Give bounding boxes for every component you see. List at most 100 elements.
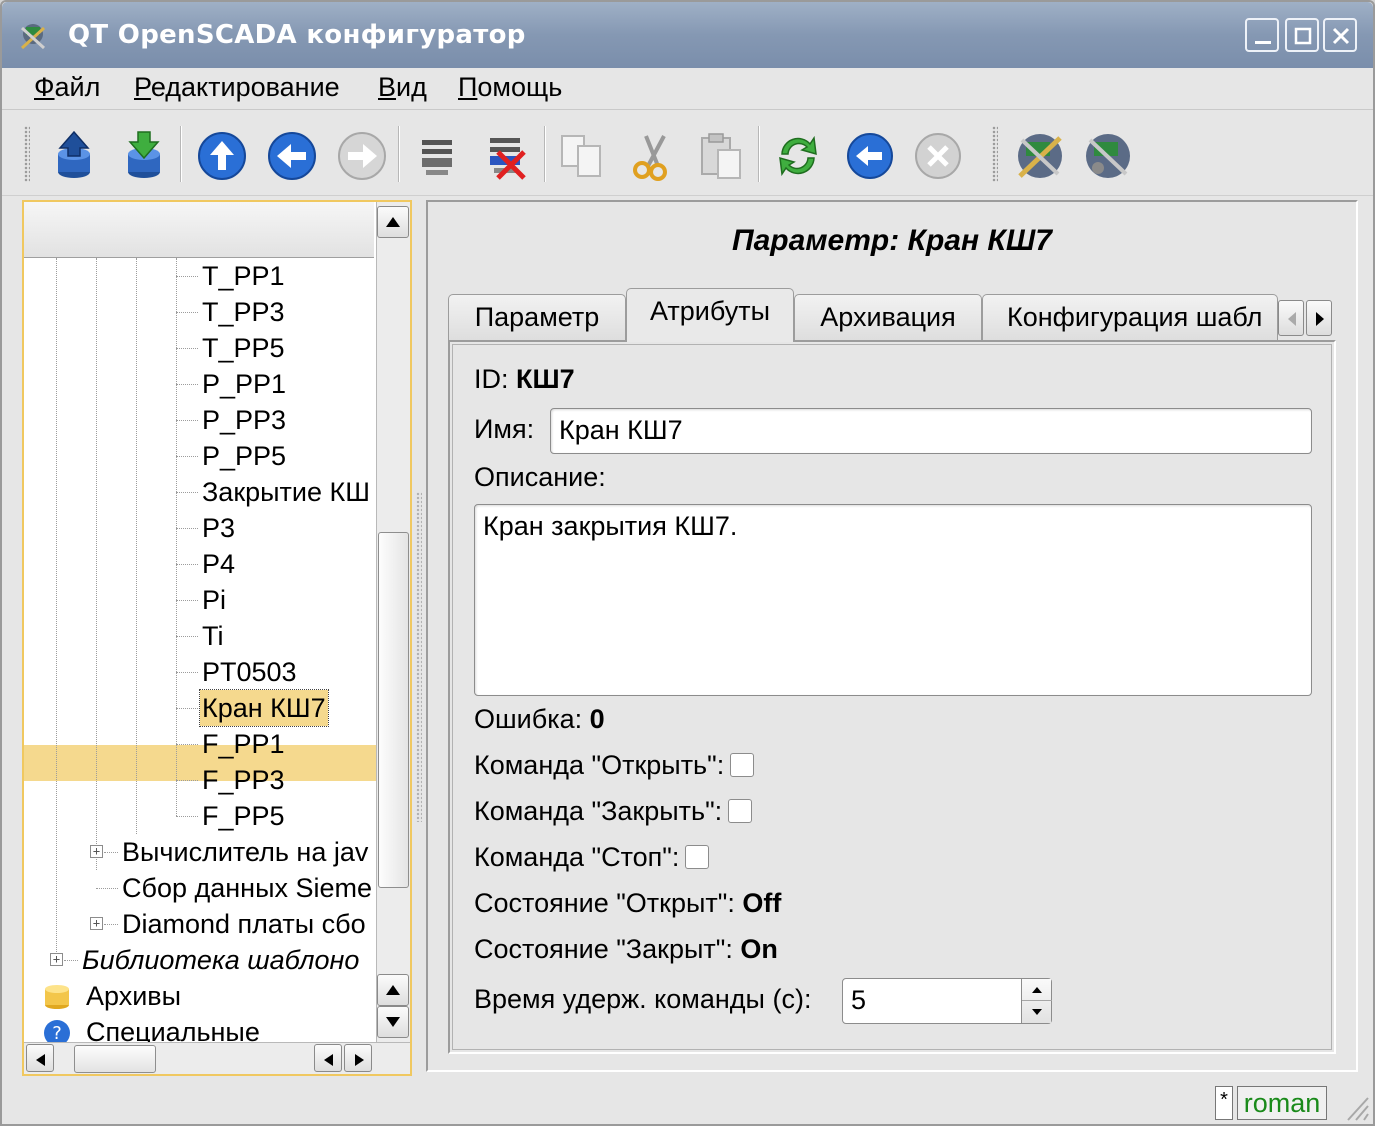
start-button[interactable] xyxy=(842,128,898,184)
hold-time-spinbox[interactable]: 5 xyxy=(842,978,1052,1024)
station-remote-button[interactable] xyxy=(1080,128,1136,184)
cut-button[interactable] xyxy=(624,128,680,184)
tree-expander[interactable]: + xyxy=(90,845,103,858)
menu-view[interactable]: Вид xyxy=(378,72,427,103)
tree-line xyxy=(176,276,198,277)
cmd-stop-label: Команда "Стоп": xyxy=(474,842,680,872)
tab-scroll-left-button[interactable] xyxy=(1278,300,1304,336)
back-icon xyxy=(268,132,316,180)
close-button[interactable] xyxy=(1323,18,1357,52)
tree-item[interactable]: T_PP1 xyxy=(202,258,285,294)
tree-expander[interactable]: + xyxy=(90,917,103,930)
up-button[interactable] xyxy=(194,128,250,184)
tab-template-config[interactable]: Конфигурация шабл xyxy=(982,294,1278,340)
tree-expander[interactable]: + xyxy=(50,953,63,966)
user-indicator[interactable]: roman xyxy=(1237,1086,1327,1120)
tree-vscroll-thumb[interactable] xyxy=(378,532,409,888)
tab-parameter[interactable]: Параметр xyxy=(448,294,626,340)
forward-button[interactable] xyxy=(334,128,390,184)
cmd-stop-checkbox[interactable] xyxy=(685,845,710,869)
tree-line xyxy=(104,924,118,925)
cmd-close-label: Команда "Закрыть": xyxy=(474,796,723,826)
description-textarea[interactable]: Кран закрытия КШ7. xyxy=(474,504,1312,696)
maximize-button[interactable] xyxy=(1285,18,1319,52)
paste-button[interactable] xyxy=(694,128,750,184)
tree-item[interactable]: Вычислитель на jav xyxy=(122,834,368,870)
tree-item[interactable]: Закрытие КШ xyxy=(202,474,370,510)
tree-line xyxy=(176,816,198,817)
scroll-up-button[interactable] xyxy=(377,206,409,238)
tree-item[interactable]: Библиотека шаблоно xyxy=(82,942,359,978)
tree-item-selected[interactable]: Кран КШ7 xyxy=(199,689,329,727)
toolbar-grip[interactable] xyxy=(992,126,998,182)
scroll-down-button[interactable] xyxy=(377,1006,409,1038)
tree-item[interactable]: P_PP5 xyxy=(202,438,286,474)
tree-line xyxy=(176,708,198,709)
tree-item[interactable]: PT0503 xyxy=(202,654,297,690)
scroll-left-button[interactable] xyxy=(26,1044,54,1072)
scroll-right-button[interactable] xyxy=(344,1044,372,1072)
copy-button[interactable] xyxy=(554,128,610,184)
cmd-open-checkbox[interactable] xyxy=(730,753,755,777)
item-add-button[interactable] xyxy=(412,128,468,184)
cmd-open-label: Команда "Открыть": xyxy=(474,750,725,780)
tree-line xyxy=(176,672,198,673)
menu-file[interactable]: Файл xyxy=(34,72,100,103)
tree-item[interactable]: P3 xyxy=(202,510,235,546)
db-load-button[interactable] xyxy=(46,128,102,184)
toolbar-grip[interactable] xyxy=(24,126,30,182)
tree-item[interactable]: Сбор данных Sieme xyxy=(122,870,372,906)
description-label: Описание: xyxy=(474,462,606,492)
tree-vscrollbar[interactable] xyxy=(376,202,410,1042)
minimize-button[interactable] xyxy=(1245,18,1279,52)
panel-splitter[interactable] xyxy=(416,492,422,822)
tree-item[interactable]: P_PP1 xyxy=(202,366,286,402)
tree-item[interactable]: T_PP3 xyxy=(202,294,285,330)
tree-item[interactable]: Ti xyxy=(202,618,224,654)
page-title: Параметр: Кран КШ7 xyxy=(732,224,1052,257)
scroll-up-button[interactable] xyxy=(377,974,409,1006)
name-input[interactable]: Кран КШ7 xyxy=(550,408,1312,454)
tree-item[interactable]: F_PP3 xyxy=(202,762,285,798)
spin-up-button[interactable] xyxy=(1022,979,1052,1001)
spin-down-button[interactable] xyxy=(1022,1001,1052,1023)
app-icon xyxy=(20,24,46,50)
db-save-button[interactable] xyxy=(116,128,172,184)
toolbar-separator xyxy=(180,126,182,182)
tree-item[interactable]: P4 xyxy=(202,546,235,582)
tree-item[interactable]: Архивы xyxy=(86,978,181,1014)
resize-grip-icon[interactable] xyxy=(1342,1092,1370,1122)
tree-item[interactable]: Pi xyxy=(202,582,226,618)
object-tree[interactable]: T_PP1 T_PP3 T_PP5 P_PP1 P_PP3 P_PP5 Закр… xyxy=(24,258,376,1042)
tree-item[interactable]: P_PP3 xyxy=(202,402,286,438)
back-button[interactable] xyxy=(264,128,320,184)
cmd-close-checkbox[interactable] xyxy=(728,799,753,823)
title-bar[interactable]: QT OpenSCADA конфигуратор xyxy=(2,2,1373,68)
tree-item[interactable]: Diamond платы сбо xyxy=(122,906,366,942)
tree-line xyxy=(176,312,198,313)
refresh-button[interactable] xyxy=(770,128,826,184)
arrow-up-icon xyxy=(386,985,400,995)
tree-item[interactable]: F_PP5 xyxy=(202,798,285,834)
scroll-left-button[interactable] xyxy=(314,1044,342,1072)
item-delete-button[interactable] xyxy=(480,128,536,184)
menu-edit[interactable]: Редактирование xyxy=(134,72,340,103)
up-icon xyxy=(198,132,246,180)
tree-line xyxy=(176,564,198,565)
tab-attributes[interactable]: Атрибуты xyxy=(626,288,794,342)
tree-hscrollbar[interactable] xyxy=(24,1042,410,1074)
tree-item[interactable]: T_PP5 xyxy=(202,330,285,366)
tab-archiving[interactable]: Архивация xyxy=(794,294,982,340)
tab-scroll-right-button[interactable] xyxy=(1306,300,1332,336)
arrow-down-icon xyxy=(1032,1009,1042,1015)
station-button[interactable] xyxy=(1012,128,1068,184)
tree-header[interactable] xyxy=(24,202,374,258)
toolbar-separator xyxy=(398,126,400,182)
tree-item[interactable]: Специальные xyxy=(86,1014,260,1042)
tree-hscroll-thumb[interactable] xyxy=(74,1045,156,1073)
tree-panel: T_PP1 T_PP3 T_PP5 P_PP1 P_PP3 P_PP5 Закр… xyxy=(22,200,412,1076)
arrow-right-icon xyxy=(355,1054,364,1066)
stop-button[interactable] xyxy=(910,128,966,184)
menu-help[interactable]: Помощь xyxy=(458,72,562,103)
tree-item[interactable]: F_PP1 xyxy=(202,726,285,762)
